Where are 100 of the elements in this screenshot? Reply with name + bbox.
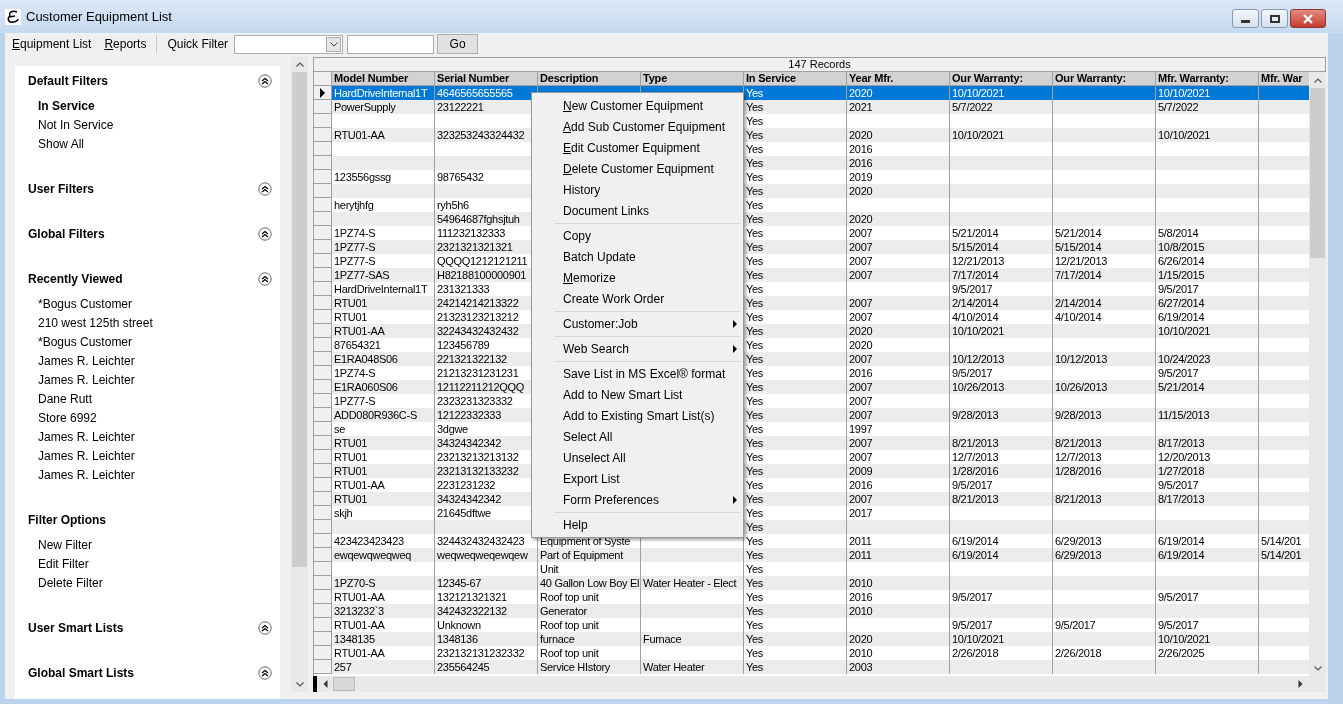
table-cell: 12345-67 (437, 577, 482, 589)
table-cell: 1348135 (334, 633, 375, 645)
table-cell: 2009 (849, 465, 873, 477)
table-cell: Roof top unit (540, 591, 599, 603)
table-cell: 1997 (849, 423, 873, 435)
table-cell: 1PZ77-SAS (334, 269, 390, 281)
table-cell: 9/5/2017 (1055, 619, 1096, 631)
table-cell: 9/28/2013 (1055, 409, 1102, 421)
table-cell: 5/14/201 (1261, 549, 1302, 561)
table-cell: skjh (334, 507, 353, 519)
table-cell: 8/17/2013 (1158, 493, 1205, 505)
table-cell: 6/19/2014 (1158, 311, 1205, 323)
table-cell: 12122332333 (437, 409, 501, 421)
table-cell: 257 (334, 661, 352, 673)
table-cell: 11/15/2013 (1158, 409, 1210, 421)
table-cell: 8/21/2013 (952, 493, 999, 505)
table-cell: 5/7/2022 (1158, 101, 1199, 113)
section-heading: Default Filters (28, 72, 108, 90)
table-cell: Generator (540, 605, 587, 617)
table-cell: furnace (540, 633, 575, 645)
table-cell: 1/28/2016 (952, 465, 999, 477)
table-cell: 10/10/2021 (952, 633, 1005, 645)
table-cell: E1RA048S06 (334, 353, 398, 365)
table-cell: RTU01-AA (334, 325, 385, 337)
table-cell: 4646565655565 (437, 87, 513, 99)
table-cell: Yes (746, 633, 764, 645)
table-cell: 5/7/2022 (952, 101, 993, 113)
table-cell: 10/24/2023 (1158, 353, 1211, 365)
table-cell: Yes (746, 563, 764, 575)
table-cell: H82188100000901 (437, 269, 527, 281)
table-cell: 1348136 (437, 633, 478, 645)
table-cell: Unit (540, 563, 559, 575)
table-cell: 6/29/2013 (1055, 549, 1102, 561)
table-cell: 2016 (849, 479, 873, 491)
table-cell: Water Heater (643, 661, 705, 673)
table-cell: 8/21/2013 (1055, 437, 1102, 449)
table-cell: 2020 (849, 339, 873, 351)
table-cell: 1/27/2018 (1158, 465, 1205, 477)
table-cell: 2016 (849, 591, 873, 603)
table-cell: Yes (746, 381, 764, 393)
table-cell: ryh5h6 (437, 199, 469, 211)
table-cell: RTU01 (334, 297, 368, 309)
table-cell: RTU01-AA (334, 591, 385, 603)
table-cell: 235564245 (437, 661, 490, 673)
table-cell: RTU01 (334, 451, 368, 463)
table-cell: 2007 (849, 241, 873, 253)
table-cell: 5/8/2014 (1158, 227, 1199, 239)
table-cell: Yes (746, 591, 764, 603)
table-cell: 342432322132 (437, 605, 507, 617)
table-cell: 10/10/2021 (952, 325, 1005, 337)
table-cell: RTU01-AA (334, 647, 385, 659)
table-cell: Yes (746, 185, 764, 197)
table-cell: Yes (746, 283, 764, 295)
table-cell: 24214214213322 (437, 297, 519, 309)
table-cell: 2/14/2014 (1055, 297, 1102, 309)
table-cell: 2007 (849, 409, 873, 421)
table-cell: 2007 (849, 227, 873, 239)
table-cell: 2020 (849, 129, 873, 141)
table-cell: 2007 (849, 395, 873, 407)
table-cell: Yes (746, 353, 764, 365)
table-cell: Yes (746, 101, 764, 113)
table-cell: 2003 (849, 661, 873, 673)
table-cell: 10/10/2021 (1158, 633, 1211, 645)
table-cell: 2020 (849, 325, 873, 337)
table-cell: Yes (746, 269, 764, 281)
quick-filter-label: Quick Filter (167, 36, 229, 53)
table-cell: Yes (746, 241, 764, 253)
table-cell: QQQQ1212121211 (437, 255, 528, 267)
table-cell: Yes (746, 171, 764, 183)
table-cell: Service HIstory (540, 661, 611, 673)
table-cell: Yes (746, 521, 764, 533)
table-cell: Yes (746, 549, 764, 561)
table-cell: 2016 (849, 367, 873, 379)
table-cell: 9/5/2017 (952, 479, 993, 491)
table-cell: 3dgwe (437, 423, 468, 435)
table-cell: Yes (746, 311, 764, 323)
table-cell: 231321333 (437, 283, 490, 295)
table-cell: Water Heater - Elect (643, 577, 737, 589)
table-cell: Yes (746, 577, 764, 589)
table-cell: Yes (746, 87, 764, 99)
table-cell: 12/7/2013 (1055, 451, 1102, 463)
table-cell: RTU01-AA (334, 129, 385, 141)
table-cell: 2020 (849, 185, 873, 197)
table-cell: se (334, 423, 346, 435)
table-cell: 34324342342 (437, 437, 501, 449)
table-cell: 23122221 (437, 101, 484, 113)
section-heading: Global Smart Lists (28, 664, 135, 682)
table-cell: 2011 (849, 549, 872, 561)
table-cell: 2007 (849, 381, 873, 393)
table-cell: 324432432432423 (437, 535, 525, 547)
table-cell: 6/29/2013 (1055, 535, 1102, 547)
table-cell: 5/14/201 (1261, 535, 1302, 547)
table-cell: Yes (746, 479, 764, 491)
table-cell: 2016 (849, 157, 873, 169)
table-cell: 1PZ77-S (334, 241, 376, 253)
table-cell: 3213232`3 (334, 605, 384, 617)
table-cell: 2007 (849, 493, 873, 505)
table-cell: Yes (746, 297, 764, 309)
table-cell: 10/8/2015 (1158, 241, 1205, 253)
table-cell: 9/5/2017 (1158, 479, 1199, 491)
